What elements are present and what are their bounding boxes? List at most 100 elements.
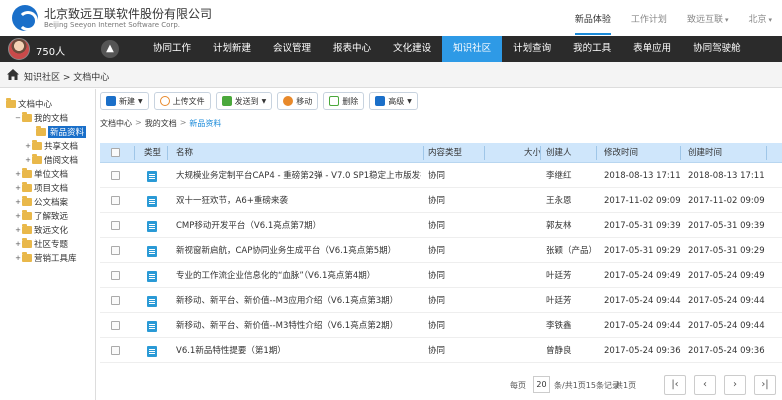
nav-item-cockpit[interactable]: 协同驾驶舱 <box>682 36 752 62</box>
tree-item-new-products[interactable]: 新品资料 <box>36 125 87 138</box>
tree-item-my-docs[interactable]: − 我的文档 <box>14 111 68 124</box>
nav-item-reports[interactable]: 报表中心 <box>322 36 382 62</box>
top-link-beijing[interactable]: 北京 ▾ <box>738 12 782 25</box>
nav-item-collaboration[interactable]: 协同工作 <box>142 36 202 62</box>
expand-icon[interactable]: + <box>14 198 22 206</box>
table-row[interactable]: 专业的工作流企业信息化的“血脉”（V6.1亮点第4期） 协同 叶廷芳 2017-05-… <box>100 264 782 288</box>
path-mid[interactable]: 我的文档 <box>145 118 177 134</box>
tree-item-seeyon-culture[interactable]: + 致远文化 <box>14 223 68 236</box>
upload-button[interactable]: 上传文件 <box>153 92 211 110</box>
row-checkbox[interactable] <box>111 221 120 230</box>
select-all-checkbox[interactable] <box>111 148 120 157</box>
tree-item-project-docs[interactable]: + 项目文档 <box>14 181 68 194</box>
doc-name-link[interactable]: 双十一狂欢节，A6+重磅来袭 <box>176 189 421 213</box>
expand-icon[interactable]: + <box>14 170 22 178</box>
nav-item-meeting[interactable]: 会议管理 <box>262 36 322 62</box>
tree-item-doc-center[interactable]: 文档中心 <box>6 97 52 110</box>
page-size-input[interactable]: 20 <box>533 376 550 393</box>
nav-item-plan-new[interactable]: 计划新建 <box>202 36 262 62</box>
top-link-seeyon[interactable]: 致远互联 ▾ <box>677 12 739 25</box>
tree-item-shared-docs[interactable]: + 共享文档 <box>24 139 78 152</box>
nav-item-knowledge[interactable]: 知识社区 <box>442 36 503 62</box>
doc-name-link[interactable]: 新移动、新平台、新价值--M3特性介绍（V6.1亮点第2期） <box>176 314 421 338</box>
nav-item-form-apps[interactable]: 表单应用 <box>622 36 682 62</box>
delete-button[interactable]: 删除 <box>323 92 365 110</box>
doc-name-link[interactable]: 专业的工作流企业信息化的“血脉”（V6.1亮点第4期） <box>176 264 421 288</box>
nav-item-my-tools[interactable]: 我的工具 <box>562 36 622 62</box>
expand-icon[interactable]: + <box>14 184 22 192</box>
advanced-button[interactable]: 高级 ▼ <box>369 92 418 110</box>
table-row[interactable]: 大规模业务定制平台CAP4 - 重磅第2弹 - V7.0 SP1稳定上市版发布!… <box>100 164 782 188</box>
expand-icon[interactable]: + <box>24 142 32 150</box>
doc-name-link[interactable]: 新移动、新平台、新价值--M3应用介绍（V6.1亮点第3期） <box>176 289 421 313</box>
tree-label: 了解致远 <box>34 211 69 222</box>
path-current: 新品资料 <box>189 119 222 128</box>
path-root[interactable]: 文档中心 <box>100 118 132 134</box>
col-header-type[interactable]: 类型 <box>144 143 161 163</box>
row-checkbox[interactable] <box>111 346 120 355</box>
col-header-size[interactable]: 大小 <box>524 143 541 163</box>
folder-icon <box>22 209 32 220</box>
company-name-en: Beijing Seeyon Internet Software Corp. <box>44 21 181 29</box>
col-header-modified[interactable]: 修改时间 <box>604 143 638 163</box>
next-page-button[interactable]: › <box>724 375 746 395</box>
tree-item-unit-docs[interactable]: + 单位文档 <box>14 167 68 180</box>
home-nav-icon[interactable]: ▲ <box>101 40 119 58</box>
created-time-cell: 2017-05-24 09:36 <box>688 346 765 356</box>
table-row[interactable]: 新视窗新启航，CAP协同业务生成平台（V6.1亮点第5期） 协同 张颖（产品） 201… <box>100 239 782 263</box>
tree-item-borrowed-docs[interactable]: + 借阅文档 <box>24 153 78 166</box>
col-header-content-type[interactable]: 内容类型 <box>428 143 462 163</box>
modified-time-cell: 2018-08-13 17:11 <box>604 171 681 181</box>
new-button[interactable]: 新建 ▼ <box>100 92 149 110</box>
tree-item-official-archive[interactable]: + 公文档案 <box>14 195 68 208</box>
nav-item-plan-query[interactable]: 计划查询 <box>502 36 562 62</box>
row-checkbox[interactable] <box>111 296 120 305</box>
top-link-new-experience[interactable]: 新品体验 <box>565 12 621 35</box>
table-row[interactable]: 新移动、新平台、新价值--M3应用介绍（V6.1亮点第3期） 协同 叶廷芳 2017-… <box>100 289 782 313</box>
row-checkbox[interactable] <box>111 171 120 180</box>
tree-item-about-seeyon[interactable]: + 了解致远 <box>14 209 68 222</box>
seeyon-logo-icon <box>12 5 38 31</box>
doc-name-link[interactable]: V6.1新品特性提要（第1期） <box>176 339 421 363</box>
row-checkbox[interactable] <box>111 246 120 255</box>
move-icon <box>283 96 294 106</box>
col-header-created[interactable]: 创建时间 <box>688 143 722 163</box>
doc-toolbar: 新建 ▼ 上传文件 发送到 ▼ 移动 删除 高级 ▼ <box>100 92 418 112</box>
avatar[interactable] <box>8 38 30 60</box>
doc-name-link[interactable]: 大规模业务定制平台CAP4 - 重磅第2弹 - V7.0 SP1稳定上市版发布! <box>176 164 421 188</box>
folder-icon <box>36 125 46 136</box>
table-row[interactable]: CMP移动开发平台（V6.1亮点第7期） 协同 郭友林 2017-05-31 09:3… <box>100 214 782 238</box>
top-link-work-plan[interactable]: 工作计划 <box>621 12 677 25</box>
expand-icon[interactable]: + <box>24 156 32 164</box>
table-row[interactable]: 双十一狂欢节，A6+重磅来袭 协同 王永恩 2017-11-02 09:09 2017-… <box>100 189 782 213</box>
top-header: 北京致远互联软件股份有限公司 Beijing Seeyon Internet S… <box>0 0 782 36</box>
doc-name-link[interactable]: CMP移动开发平台（V6.1亮点第7期） <box>176 214 421 238</box>
nav-item-culture[interactable]: 文化建设 <box>382 36 442 62</box>
send-to-button[interactable]: 发送到 ▼ <box>215 92 273 110</box>
row-checkbox[interactable] <box>111 271 120 280</box>
row-checkbox[interactable] <box>111 196 120 205</box>
doc-name-link[interactable]: 新视窗新启航，CAP协同业务生成平台（V6.1亮点第5期） <box>176 239 421 263</box>
content-type-cell: 协同 <box>428 221 446 231</box>
doc-tree-sidebar: 文档中心 − 我的文档 新品资料 + 共享文档 + 借阅文档 + 单位文档 + 项目文档 … <box>0 89 96 400</box>
pagination: 每页 20 条/共1页15条记录 共1页 |‹ ‹ › ›| <box>100 372 782 400</box>
records-summary: 条/共1页15条记录 <box>554 381 620 390</box>
creator-cell: 李铁鑫 <box>546 321 572 331</box>
tree-item-marketing-tools[interactable]: + 营销工具库 <box>14 251 77 264</box>
tree-label: 单位文档 <box>34 169 69 180</box>
last-page-button[interactable]: ›| <box>754 375 776 395</box>
col-header-creator[interactable]: 创建人 <box>546 143 572 163</box>
row-checkbox[interactable] <box>111 321 120 330</box>
expand-icon[interactable]: + <box>14 254 22 262</box>
expand-icon[interactable]: + <box>14 212 22 220</box>
first-page-button[interactable]: |‹ <box>664 375 686 395</box>
expand-icon[interactable]: + <box>14 226 22 234</box>
prev-page-button[interactable]: ‹ <box>694 375 716 395</box>
move-button[interactable]: 移动 <box>277 92 319 110</box>
collapse-icon[interactable]: − <box>14 114 22 122</box>
table-row[interactable]: 新移动、新平台、新价值--M3特性介绍（V6.1亮点第2期） 协同 李铁鑫 2017-… <box>100 314 782 338</box>
tree-item-community-topics[interactable]: + 社区专题 <box>14 237 68 250</box>
col-header-name[interactable]: 名称 <box>176 143 193 163</box>
table-row[interactable]: V6.1新品特性提要（第1期） 协同 曾静良 2017-05-24 09:36 2017… <box>100 339 782 363</box>
expand-icon[interactable]: + <box>14 240 22 248</box>
